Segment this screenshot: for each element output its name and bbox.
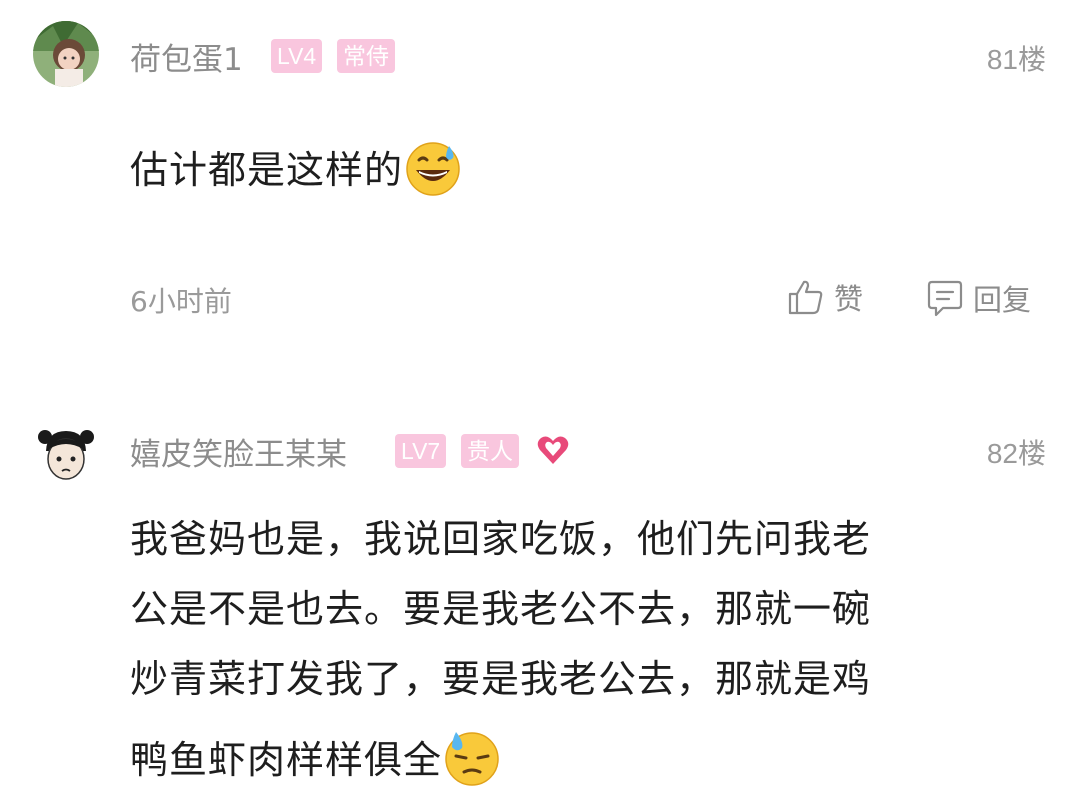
avatar[interactable] [33,419,99,485]
floor-number: 82楼 [986,438,1046,469]
comment-text-last: 鸭鱼虾肉样样俱全 [130,728,502,797]
avatar-cartoon-girl-icon [33,419,99,485]
title-badge: 贵人 [461,434,519,468]
comment-line: 鸭鱼虾肉样样俱全 [130,738,443,782]
comment-82: 嬉皮笑脸王某某 LV7 贵人 82楼 我爸妈也是，我说回家吃饭，他们先问我老 公… [0,0,1080,811]
heart-badge-icon [536,434,570,470]
comment-line: 炒青菜打发我了，要是我老公去，那就是鸡 [130,657,872,701]
comment-line: 公是不是也去。要是我老公不去，那就一碗 [130,587,872,631]
username[interactable]: 嬉皮笑脸王某某 [130,429,347,474]
level-badge: LV7 [395,434,447,468]
downcast-sweat-emoji-icon [442,728,502,797]
comment-line: 我爸妈也是，我说回家吃饭，他们先问我老 [130,517,872,561]
